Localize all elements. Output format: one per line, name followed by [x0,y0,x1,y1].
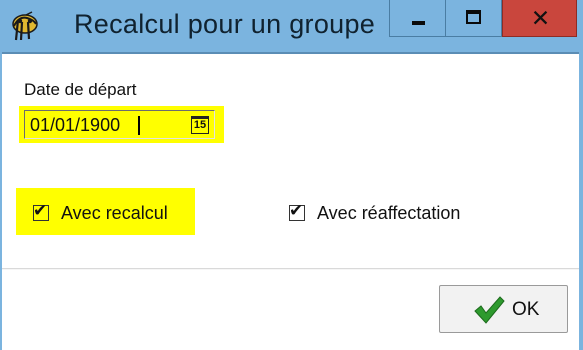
close-button[interactable]: ✕ [502,0,577,37]
footer-separator-highlight [2,269,579,270]
start-date-value: 01/01/1900 [30,115,121,135]
maximize-icon [466,10,481,24]
start-date-input[interactable]: 01/01/1900 15 [24,110,215,139]
window-frame-left [0,52,2,350]
window-title: Recalcul pour un groupe [74,9,376,39]
avec-reaffectation-checkbox[interactable]: ✔ [289,201,305,221]
dialog-window: Recalcul pour un groupe ✕ Date de départ… [0,0,583,350]
minimize-button[interactable] [389,0,446,37]
app-logo-icon [12,11,38,41]
text-caret [138,116,140,135]
ok-button-label: OK [512,299,540,320]
avec-reaffectation-label[interactable]: Avec réaffectation [317,203,460,224]
avec-recalcul-checkbox[interactable]: ✔ [33,201,49,221]
minimize-icon [412,21,425,25]
close-icon: ✕ [530,6,551,32]
calendar-icon[interactable]: 15 [191,116,209,134]
check-icon: ✔ [289,201,304,221]
avec-recalcul-label[interactable]: Avec recalcul [61,203,168,224]
client-top-border [2,52,579,54]
title-bar[interactable]: Recalcul pour un groupe ✕ [0,0,583,52]
ok-button[interactable]: OK [439,285,568,333]
maximize-button[interactable] [446,0,502,37]
start-date-label: Date de départ [24,80,137,99]
check-icon: ✔ [33,201,48,221]
checkmark-icon [474,296,505,324]
window-frame-right [579,52,583,350]
